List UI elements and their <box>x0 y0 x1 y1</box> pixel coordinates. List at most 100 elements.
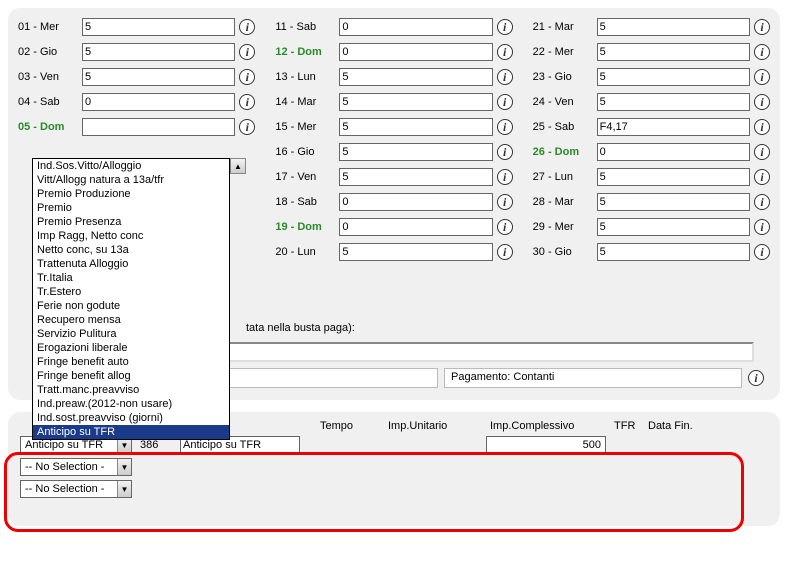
header-imp-unitario: Imp.Unitario <box>388 420 486 432</box>
day-input[interactable] <box>82 68 235 86</box>
day-input[interactable] <box>597 193 750 211</box>
info-icon[interactable]: i <box>497 44 513 60</box>
day-input[interactable] <box>339 43 492 61</box>
day-input[interactable] <box>339 218 492 236</box>
code-combo[interactable]: -- No Selection -▼ <box>20 458 132 476</box>
imp-complessivo-input[interactable] <box>486 436 606 454</box>
info-icon[interactable]: i <box>754 194 770 210</box>
dropdown-item[interactable]: Servizio Pulitura <box>33 327 229 341</box>
header-data-fin: Data Fin. <box>648 420 708 432</box>
day-label: 20 - Lun <box>275 246 335 258</box>
code-combo[interactable]: -- No Selection -▼ <box>20 480 132 498</box>
header-tfr: TFR <box>614 420 644 432</box>
dropdown-item[interactable]: Premio Presenza <box>33 215 229 229</box>
dropdown-item[interactable]: Vitt/Allogg natura a 13a/tfr <box>33 173 229 187</box>
day-label: 18 - Sab <box>275 196 335 208</box>
info-icon[interactable]: i <box>754 244 770 260</box>
day-label: 04 - Sab <box>18 96 78 108</box>
day-label: 13 - Lun <box>275 71 335 83</box>
dropdown-item[interactable]: Recupero mensa <box>33 313 229 327</box>
info-icon[interactable]: i <box>497 194 513 210</box>
day-input[interactable] <box>597 218 750 236</box>
dropdown-item[interactable]: Premio <box>33 201 229 215</box>
info-icon[interactable]: i <box>497 69 513 85</box>
dropdown-item[interactable]: Tratt.manc.preavviso <box>33 383 229 397</box>
dropdown-item[interactable]: Trattenuta Alloggio <box>33 257 229 271</box>
dropdown-item[interactable]: Fringe benefit allog <box>33 369 229 383</box>
info-icon[interactable]: i <box>239 69 255 85</box>
info-icon[interactable]: i <box>754 219 770 235</box>
dropdown-item[interactable]: Fringe benefit auto <box>33 355 229 369</box>
day-input[interactable] <box>597 43 750 61</box>
day-input[interactable] <box>597 143 750 161</box>
day-label: 12 - Dom <box>275 46 335 58</box>
day-input[interactable] <box>339 193 492 211</box>
info-icon[interactable]: i <box>497 244 513 260</box>
info-icon[interactable]: i <box>497 169 513 185</box>
day-input[interactable] <box>339 168 492 186</box>
day-input[interactable] <box>339 68 492 86</box>
day-label: 03 - Ven <box>18 71 78 83</box>
info-icon[interactable]: i <box>497 119 513 135</box>
info-icon[interactable]: i <box>754 19 770 35</box>
info-icon[interactable]: i <box>754 94 770 110</box>
day-input[interactable] <box>597 243 750 261</box>
day-label: 14 - Mar <box>275 96 335 108</box>
day-input[interactable] <box>339 243 492 261</box>
day-input[interactable] <box>597 18 750 36</box>
day-label: 01 - Mer <box>18 21 78 33</box>
info-icon[interactable]: i <box>748 370 764 386</box>
info-icon[interactable]: i <box>754 69 770 85</box>
day-input[interactable] <box>82 118 235 136</box>
dropdown-item[interactable]: Ind.sost.preavviso (giorni) <box>33 411 229 425</box>
day-input[interactable] <box>82 18 235 36</box>
dropdown-item[interactable]: Imp Ragg, Netto conc <box>33 229 229 243</box>
info-icon[interactable]: i <box>497 94 513 110</box>
dropdown-item[interactable]: Ind.Sos.Vitto/Alloggio <box>33 159 229 173</box>
day-label: 15 - Mer <box>275 121 335 133</box>
info-icon[interactable]: i <box>497 144 513 160</box>
day-label: 16 - Gio <box>275 146 335 158</box>
day-label: 05 - Dom <box>18 121 78 133</box>
info-icon[interactable]: i <box>497 219 513 235</box>
info-icon[interactable]: i <box>239 119 255 135</box>
info-icon[interactable]: i <box>239 94 255 110</box>
dropdown-item[interactable]: Premio Produzione <box>33 187 229 201</box>
truncated-label: tata nella busta paga): <box>246 322 355 334</box>
day-label: 26 - Dom <box>533 146 593 158</box>
chevron-down-icon[interactable]: ▼ <box>117 459 131 475</box>
info-icon[interactable]: i <box>497 19 513 35</box>
dropdown-item[interactable]: Netto conc, su 13a <box>33 243 229 257</box>
day-input[interactable] <box>597 168 750 186</box>
dropdown-toggle-button[interactable]: ▲ <box>230 158 246 174</box>
day-input[interactable] <box>82 93 235 111</box>
dropdown-item[interactable]: Erogazioni liberale <box>33 341 229 355</box>
day-label: 27 - Lun <box>533 171 593 183</box>
day-input[interactable] <box>339 143 492 161</box>
day-label: 30 - Gio <box>533 246 593 258</box>
day-input[interactable] <box>597 68 750 86</box>
info-icon[interactable]: i <box>754 44 770 60</box>
table-row: -- No Selection -▼ <box>20 458 768 476</box>
dropdown-item[interactable]: Anticipo su TFR <box>33 425 229 439</box>
day-input[interactable] <box>339 93 492 111</box>
info-icon[interactable]: i <box>754 144 770 160</box>
dropdown-item[interactable]: Ferie non godute <box>33 299 229 313</box>
day-label: 02 - Gio <box>18 46 78 58</box>
chevron-down-icon[interactable]: ▼ <box>117 481 131 497</box>
info-icon[interactable]: i <box>239 44 255 60</box>
day-input[interactable] <box>597 118 750 136</box>
dropdown-item[interactable]: Tr.Estero <box>33 285 229 299</box>
row-number: 386 <box>136 439 176 451</box>
day-input[interactable] <box>597 93 750 111</box>
info-icon[interactable]: i <box>754 119 770 135</box>
day-input[interactable] <box>339 18 492 36</box>
day-input[interactable] <box>82 43 235 61</box>
code-dropdown-list[interactable]: Ind.Sos.Vitto/AlloggioVitt/Allogg natura… <box>32 158 230 440</box>
dropdown-item[interactable]: Tr.Italia <box>33 271 229 285</box>
info-icon[interactable]: i <box>754 169 770 185</box>
day-input[interactable] <box>339 118 492 136</box>
day-label: 25 - Sab <box>533 121 593 133</box>
info-icon[interactable]: i <box>239 19 255 35</box>
dropdown-item[interactable]: Ind.preaw.(2012-non usare) <box>33 397 229 411</box>
